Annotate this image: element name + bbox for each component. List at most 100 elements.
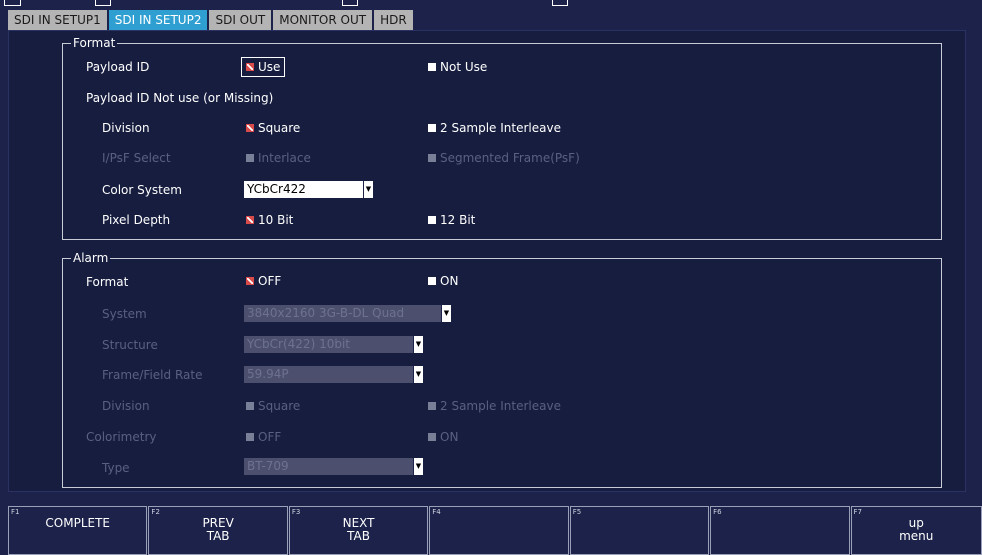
payload-id-use-label: Use [258,60,281,74]
checked-icon [246,277,254,285]
f1-complete-button[interactable]: F1 COMPLETE [8,506,148,555]
ipsf-psf-label: Segmented Frame(PsF) [440,151,580,165]
alarm-legend: Alarm [73,251,109,265]
f5-key-number: F5 [572,508,582,516]
system-label: System [102,307,147,321]
f3-key-number: F3 [291,508,301,516]
unchecked-icon [428,124,436,132]
f7-up-menu-button[interactable]: F7 up menu [850,506,982,555]
dropdown-arrow-icon: ▼ [413,458,423,475]
colorimetry-off-label: OFF [258,430,282,444]
alarm-format-label: Format [86,275,129,289]
payload-missing-heading: Payload ID Not use (or Missing) [86,91,274,105]
top-marker-strip [0,0,982,10]
f3-next-tab-button[interactable]: F3 NEXT TAB [288,506,429,555]
disabled-checkbox-icon [428,433,436,441]
colorimetry-off-option: OFF [246,429,281,445]
f2-key-label: PREV TAB [202,516,234,543]
f6-button[interactable]: F6 [710,506,850,555]
disabled-checkbox-icon [428,402,436,410]
payload-id-use-option[interactable]: Use [241,57,286,77]
pixel-depth-12bit-label: 12 Bit [440,213,476,227]
dropdown-arrow-icon: ▼ [441,305,451,322]
alarm-format-off-option[interactable]: OFF [246,273,281,289]
f7-key-number: F7 [853,508,863,516]
ipsf-psf-option: Segmented Frame(PsF) [428,150,580,166]
top-marker [552,0,568,6]
alarm-format-on-label: ON [440,274,459,288]
f6-key-number: F6 [713,508,722,516]
disabled-checkbox-icon [428,154,436,162]
tab-hdr[interactable]: HDR [374,10,413,30]
pixel-depth-10bit-option[interactable]: 10 Bit [246,212,293,228]
type-label: Type [102,461,130,475]
payload-id-label: Payload ID [86,60,150,74]
frame-rate-dropdown: 59.94P ▼ [244,366,423,383]
alarm-division-square-option: Square [246,398,300,414]
f5-button[interactable]: F5 [569,506,710,555]
ipsf-interlace-label: Interlace [258,151,311,165]
pixel-depth-10bit-label: 10 Bit [258,213,294,227]
color-system-value: YCbCr422 [244,181,363,198]
checked-icon [246,124,254,132]
f2-key-number: F2 [151,508,160,516]
dropdown-arrow-icon: ▼ [413,366,423,383]
division-interleave-label: 2 Sample Interleave [440,121,561,135]
structure-value: YCbCr(422) 10bit [244,336,413,353]
tab-monitor-out[interactable]: MONITOR OUT [273,10,373,30]
format-group: Format [62,36,942,240]
system-dropdown: 3840x2160 3G-B-DL Quad ▼ [244,305,451,322]
unchecked-icon [428,277,436,285]
tab-bar: SDI IN SETUP1 SDI IN SETUP2 SDI OUT MONI… [8,10,413,30]
alarm-division-square-label: Square [258,399,301,413]
alarm-format-on-option[interactable]: ON [428,273,458,289]
type-value: BT-709 [244,458,413,475]
division-square-label: Square [258,121,301,135]
disabled-checkbox-icon [246,402,254,410]
checked-icon [246,63,254,71]
function-key-bar: F1 COMPLETE F2 PREV TAB F3 NEXT TAB F4 F… [8,506,982,555]
f3-key-label: NEXT TAB [342,516,375,543]
alarm-division-interleave-option: 2 Sample Interleave [428,398,561,414]
f4-button[interactable]: F4 [429,506,569,555]
checked-icon [246,216,254,224]
format-legend: Format [73,36,116,50]
payload-id-not-use-option[interactable]: Not Use [428,59,487,75]
top-marker [342,0,358,6]
ipsf-select-label: I/PsF Select [102,151,171,165]
dropdown-arrow-icon: ▼ [363,181,373,198]
tab-sdi-in-setup1[interactable]: SDI IN SETUP1 [8,10,107,30]
f7-key-label: up menu [899,516,934,543]
color-system-label: Color System [102,183,182,197]
type-dropdown: BT-709 ▼ [244,458,423,475]
colorimetry-on-option: ON [428,429,458,445]
division-label: Division [102,121,150,135]
division-interleave-option[interactable]: 2 Sample Interleave [428,120,561,136]
disabled-checkbox-icon [246,433,254,441]
tab-sdi-out[interactable]: SDI OUT [209,10,272,30]
structure-dropdown: YCbCr(422) 10bit ▼ [244,336,423,353]
structure-label: Structure [102,338,158,352]
ipsf-interlace-option: Interlace [246,150,311,166]
top-marker [95,0,111,6]
frame-rate-value: 59.94P [244,366,413,383]
pixel-depth-12bit-option[interactable]: 12 Bit [428,212,475,228]
f2-prev-tab-button[interactable]: F2 PREV TAB [148,506,288,555]
colorimetry-label: Colorimetry [86,430,157,444]
dropdown-arrow-icon: ▼ [413,336,423,353]
tab-sdi-in-setup2[interactable]: SDI IN SETUP2 [108,10,208,30]
frame-rate-label: Frame/Field Rate [102,368,203,382]
pixel-depth-label: Pixel Depth [102,213,171,227]
division-square-option[interactable]: Square [246,120,300,136]
system-value: 3840x2160 3G-B-DL Quad [244,305,441,322]
f4-key-number: F4 [432,508,441,516]
f1-key-number: F1 [11,508,20,516]
colorimetry-on-label: ON [440,430,459,444]
payload-id-not-use-label: Not Use [440,60,488,74]
top-marker [4,0,21,6]
f1-key-label: COMPLETE [45,516,110,530]
alarm-format-off-label: OFF [258,274,282,288]
unchecked-icon [428,63,436,71]
color-system-dropdown[interactable]: YCbCr422 ▼ [244,181,373,198]
alarm-division-label: Division [102,399,150,413]
